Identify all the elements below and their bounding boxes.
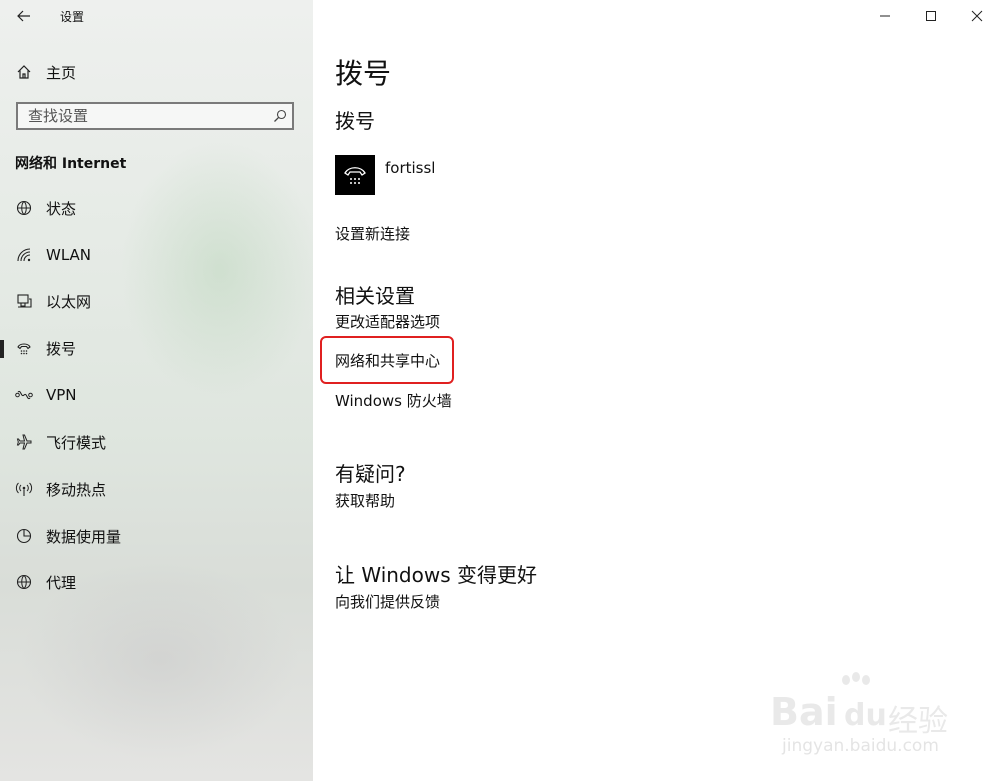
new-connection-link[interactable]: 设置新连接 [335,223,410,244]
dialup-icon [15,339,33,357]
minimize-icon [879,7,891,26]
sidebar-item-label: 数据使用量 [46,527,122,546]
sidebar-item-dialup[interactable]: 拨号 [0,330,313,366]
watermark-brand: Bai [770,690,838,734]
title-bar: 设置 [0,0,313,32]
sidebar-item-vpn[interactable]: VPN [0,377,313,413]
sidebar-item-label: 代理 [46,573,77,592]
sidebar-item-ethernet[interactable]: 以太网 [0,283,313,319]
maximize-button[interactable] [908,0,954,32]
firewall-link[interactable]: Windows 防火墙 [335,390,452,411]
network-sharing-center-link[interactable]: 网络和共享中心 [335,350,440,371]
sidebar-item-label: 飞行模式 [46,433,107,452]
sidebar-item-label: 以太网 [46,292,92,311]
wifi-icon [15,246,33,264]
active-indicator [0,340,4,358]
search-input[interactable] [18,104,268,128]
watermark-brand-cn: 经验 [888,704,948,739]
globe-proxy-icon [15,573,33,591]
feedback-title: 让 Windows 变得更好 [335,563,537,587]
sidebar: 设置 主页 网络和 Internet 状态 WLAN 以太网 [0,0,313,781]
sidebar-item-label: WLAN [46,246,92,264]
adapter-options-link[interactable]: 更改适配器选项 [335,311,440,332]
sidebar-item-label: 移动热点 [46,480,107,499]
data-usage-icon [15,527,33,545]
back-arrow-icon[interactable] [14,6,34,26]
sidebar-item-label: VPN [46,386,77,404]
sidebar-item-proxy[interactable]: 代理 [0,564,313,600]
sidebar-item-data-usage[interactable]: 数据使用量 [0,518,313,554]
sidebar-item-airplane[interactable]: 飞行模式 [0,424,313,460]
get-help-link[interactable]: 获取帮助 [335,490,395,511]
sidebar-item-label: 状态 [46,199,77,218]
dialup-section-title: 拨号 [335,109,375,133]
main-content: 拨号 拨号 fortissl 设置新连接 相关设置 更改适配器选项 网络和共享中… [313,0,1000,781]
related-settings-title: 相关设置 [335,284,415,308]
close-icon [971,7,983,26]
paw-icon [838,672,878,700]
maximize-icon [925,7,937,26]
section-header: 网络和 Internet [15,156,127,172]
vpn-icon [15,386,33,404]
hotspot-icon [15,480,33,498]
sidebar-item-hotspot[interactable]: 移动热点 [0,471,313,507]
baidu-watermark: Bai du 经验 jingyan.baidu.com [770,672,970,762]
search-icon[interactable] [272,108,288,124]
connection-name: fortissl [385,159,436,177]
close-button[interactable] [954,0,1000,32]
feedback-link[interactable]: 向我们提供反馈 [335,591,440,612]
ethernet-icon [15,292,33,310]
search-box[interactable] [16,102,294,130]
window-controls [862,0,1000,32]
watermark-brand-suffix: du [844,698,887,733]
watermark-url: jingyan.baidu.com [782,736,939,756]
help-title: 有疑问? [335,462,406,486]
dialup-connection-item[interactable]: fortissl [335,155,435,197]
sidebar-item-wlan[interactable]: WLAN [0,237,313,273]
globe-status-icon [15,199,33,217]
sidebar-item-home[interactable]: 主页 [0,56,313,88]
sidebar-item-label: 拨号 [46,339,77,358]
dialup-connection-icon [335,155,375,195]
home-icon [15,63,33,81]
sidebar-item-status[interactable]: 状态 [0,190,313,226]
airplane-icon [15,433,33,451]
page-title: 拨号 [335,57,392,90]
app-title: 设置 [60,10,85,24]
sidebar-item-label: 主页 [46,63,77,82]
minimize-button[interactable] [862,0,908,32]
